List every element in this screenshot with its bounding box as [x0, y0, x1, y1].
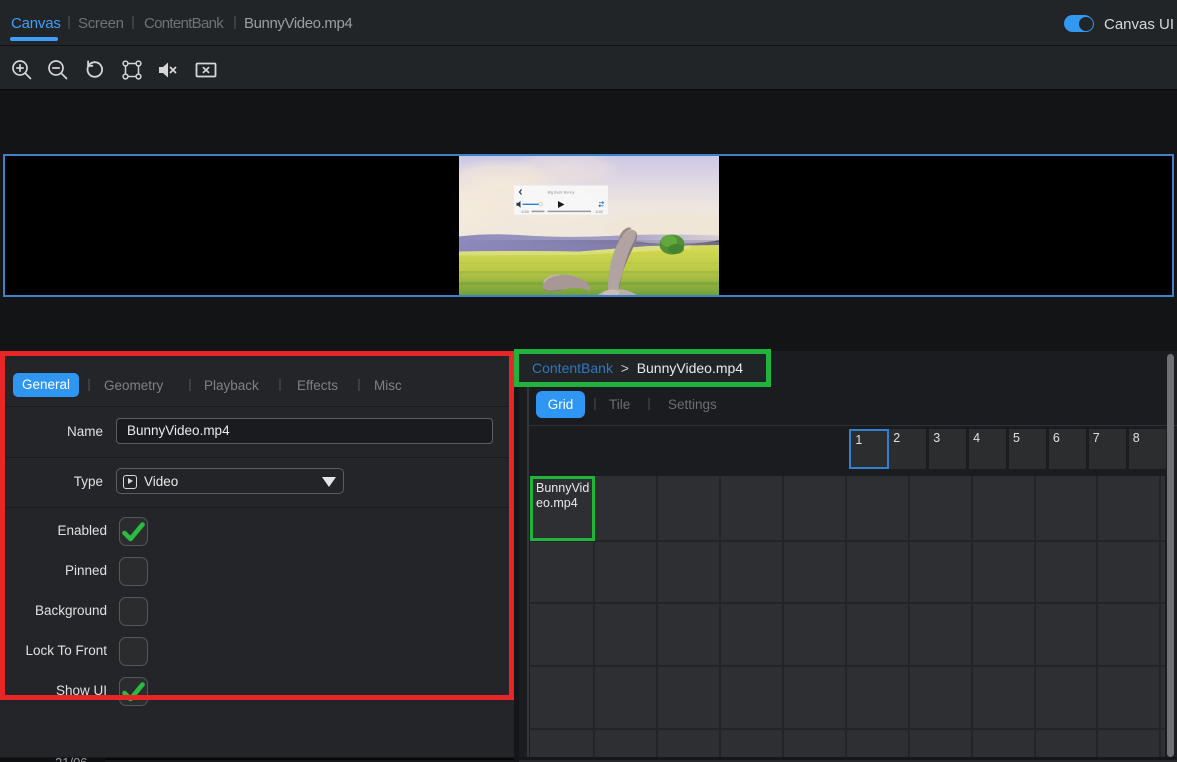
svg-text:Big Buck Bunny: Big Buck Bunny [548, 191, 575, 195]
svg-text:-0:00: -0:00 [595, 210, 603, 214]
svg-text:-0:00: -0:00 [521, 210, 529, 214]
